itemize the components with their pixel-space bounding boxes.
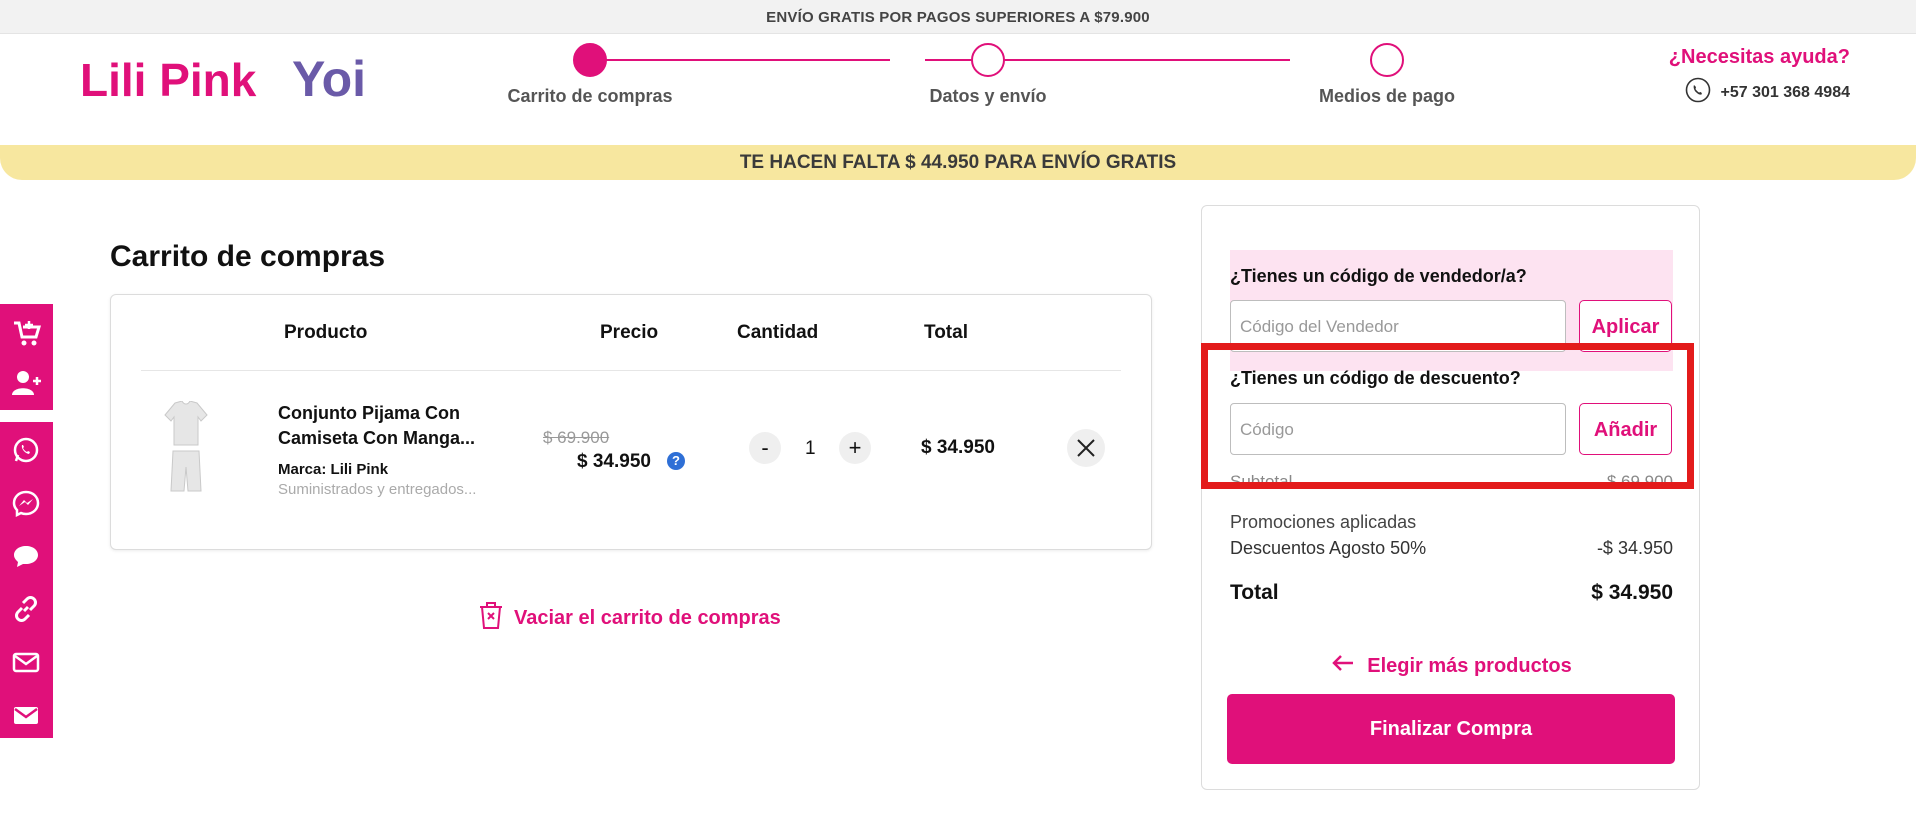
empty-cart-label: Vaciar el carrito de compras — [514, 606, 781, 629]
more-products-link[interactable]: Elegir más productos — [1202, 653, 1701, 679]
step-1-dot[interactable] — [573, 43, 607, 77]
link-icon[interactable] — [12, 595, 42, 625]
step-3-dot[interactable] — [1370, 43, 1404, 77]
promotions-heading: Promociones aplicadas — [1230, 512, 1673, 533]
chat-icon[interactable] — [12, 542, 42, 572]
row-total: $ 34.950 — [921, 437, 995, 458]
user-plus-icon[interactable] — [12, 368, 42, 398]
promotion-value: -$ 34.950 — [1596, 538, 1673, 558]
vendor-code-label: ¿Tienes un código de vendedor/a? — [1230, 266, 1527, 286]
help-phone-row[interactable]: +57 301 368 4984 — [1669, 77, 1850, 108]
price-help-icon[interactable]: ? — [667, 452, 685, 470]
remove-item-button[interactable] — [1067, 429, 1105, 467]
current-price: $ 34.950 — [577, 451, 651, 472]
cart-table: Producto Precio Cantidad Total Conjunto … — [110, 294, 1152, 550]
old-price: $ 69.900 — [543, 428, 610, 447]
order-summary: ¿Tienes un código de vendedor/a? Código … — [1201, 205, 1700, 790]
help-section: ¿Necesitas ayuda? +57 301 368 4984 — [1669, 46, 1850, 108]
header-product: Producto — [284, 322, 368, 343]
free-shipping-bar: TE HACEN FALTA $ 44.950 PARA ENVÍO GRATI… — [0, 145, 1916, 180]
messenger-icon[interactable] — [12, 489, 42, 519]
cart-title: Carrito de compras — [110, 240, 386, 273]
product-name[interactable]: Conjunto Pijama Con Camiseta Con Manga..… — [278, 401, 483, 451]
checkout-stepper: Carrito de compras Datos y envío Medios … — [490, 40, 1455, 120]
promotion-row: Descuentos Agosto 50% -$ 34.950 — [1230, 538, 1673, 559]
arrow-left-icon — [1331, 653, 1355, 679]
product-supply-note: Suministrados y entregados... — [278, 481, 477, 498]
total-value: $ 34.950 — [1591, 581, 1673, 604]
brand-value: Lili Pink — [330, 461, 389, 478]
step-connector — [590, 59, 890, 61]
empty-cart-button[interactable]: Vaciar el carrito de compras — [478, 600, 781, 636]
header-divider — [141, 370, 1121, 371]
finish-purchase-button[interactable]: Finalizar Compra — [1227, 694, 1675, 764]
header-price: Precio — [600, 322, 659, 343]
quantity-decrease-button[interactable]: - — [749, 432, 781, 464]
product-image[interactable] — [161, 400, 211, 495]
logo-text: Lili Pink — [80, 54, 257, 106]
product-brand: Marca: Lili Pink — [278, 461, 388, 478]
more-products-label: Elegir más productos — [1367, 654, 1572, 677]
discount-highlight-box — [1201, 343, 1694, 489]
total-label: Total — [1230, 581, 1279, 604]
envelope-icon[interactable] — [12, 701, 42, 731]
step-1-label[interactable]: Carrito de compras — [507, 86, 672, 107]
step-3-label[interactable]: Medios de pago — [1319, 86, 1455, 107]
header-total: Total — [924, 322, 968, 343]
promotions-label: Promociones aplicadas — [1230, 512, 1417, 532]
logo-yoi-text: Yoi — [292, 52, 366, 106]
step-2-label[interactable]: Datos y envío — [929, 86, 1046, 107]
help-phone-number: +57 301 368 4984 — [1720, 83, 1850, 101]
logo[interactable]: Lili Pink Yoi — [80, 51, 380, 107]
trash-icon — [478, 600, 504, 636]
mail-icon[interactable] — [12, 648, 42, 678]
phone-icon — [1685, 77, 1711, 108]
close-icon — [1077, 439, 1095, 457]
whatsapp-icon[interactable] — [12, 436, 42, 466]
sidebar-contact-group — [0, 422, 53, 738]
top-shipping-banner: ENVÍO GRATIS POR PAGOS SUPERIORES A $79.… — [0, 0, 1916, 34]
quantity-increase-button[interactable]: + — [839, 432, 871, 464]
step-2-dot[interactable] — [971, 43, 1005, 77]
brand-label: Marca: — [278, 461, 327, 478]
cart-plus-icon[interactable] — [12, 318, 42, 348]
help-title[interactable]: ¿Necesitas ayuda? — [1669, 46, 1850, 69]
header-quantity: Cantidad — [737, 322, 819, 343]
promotion-name: Descuentos Agosto 50% — [1230, 538, 1427, 558]
quantity-value[interactable]: 1 — [805, 438, 816, 460]
total-row: Total $ 34.950 — [1230, 581, 1673, 605]
sidebar-account-group — [0, 304, 53, 410]
